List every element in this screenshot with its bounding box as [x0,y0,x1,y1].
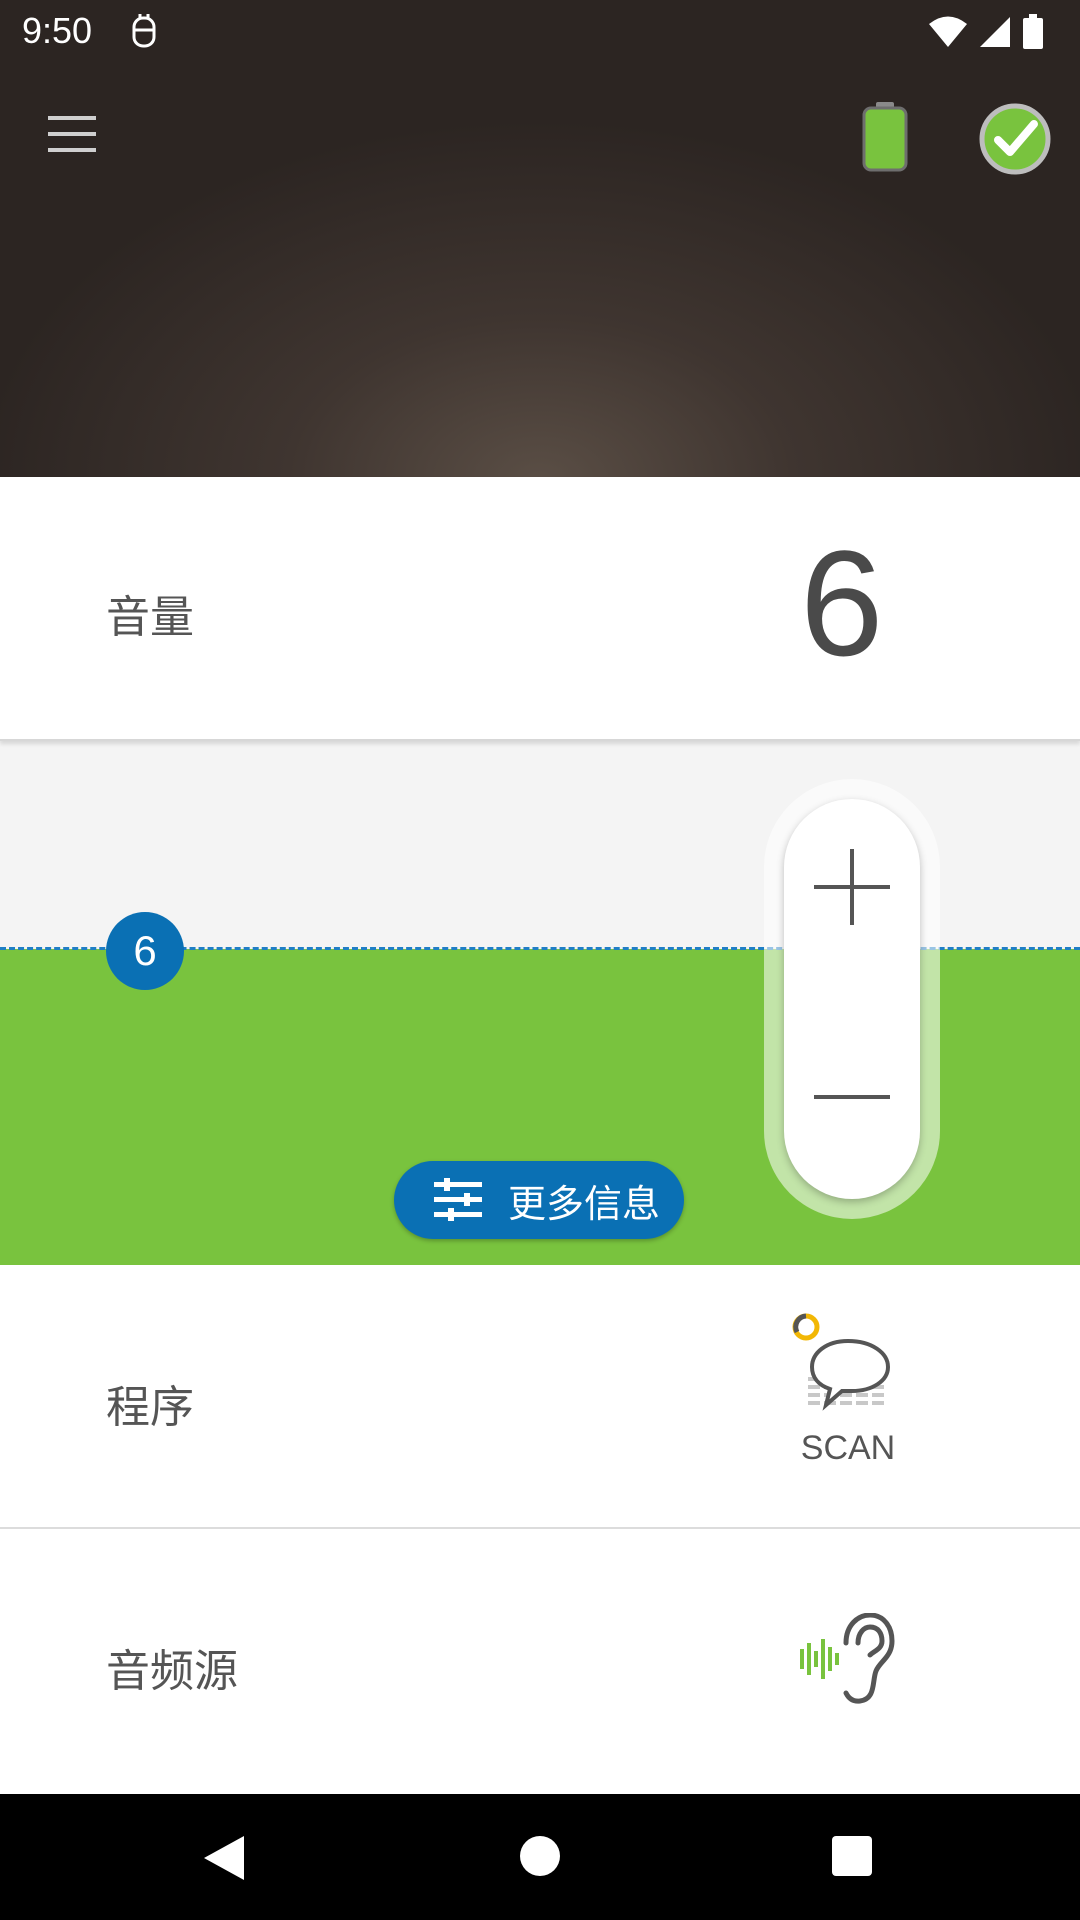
robot-notification-icon [132,14,156,48]
audio-source-label: 音频源 [106,1646,238,1697]
wifi-icon [929,16,967,47]
scan-label: SCAN [800,1429,896,1467]
home-circle-icon[interactable] [520,1836,560,1876]
speech-bubble-scan-icon [792,1313,891,1411]
system-nav-bar [0,1794,1080,1920]
more-info-button[interactable]: 更多信息 [394,1161,684,1239]
sliders-icon [434,1178,482,1221]
program-row[interactable]: 程序 SCAN [0,1265,1080,1529]
audio-source-row[interactable]: 音频源 [0,1529,1080,1794]
program-label: 程序 [106,1382,194,1433]
ear-sound-icon[interactable] [796,1613,896,1705]
connected-check-icon[interactable] [978,102,1052,176]
volume-value: 6 [800,519,884,687]
volume-level-badge: 6 [106,912,184,990]
scan-program-button[interactable]: SCAN [790,1311,906,1471]
minus-icon[interactable] [804,1049,900,1145]
hamburger-menu-icon[interactable] [40,110,104,158]
recent-square-icon[interactable] [832,1836,872,1876]
more-info-label: 更多信息 [508,1181,661,1226]
volume-slider[interactable]: 6 更多信息 [0,741,1080,1265]
plus-icon[interactable] [804,839,900,935]
back-triangle-icon[interactable] [202,1834,246,1882]
status-time: 9:50 [22,10,93,51]
volume-stepper-body [784,799,920,1199]
volume-row: 音量 6 [0,477,1080,741]
device-battery-icon[interactable] [858,100,912,172]
cell-signal-icon [980,17,1010,47]
volume-stepper [764,779,940,1219]
status-bar: 9:50 [0,0,1080,64]
battery-icon [1023,14,1043,49]
volume-label: 音量 [106,592,194,643]
status-icons [928,12,1044,52]
app-header: 9:50 [0,0,1080,477]
